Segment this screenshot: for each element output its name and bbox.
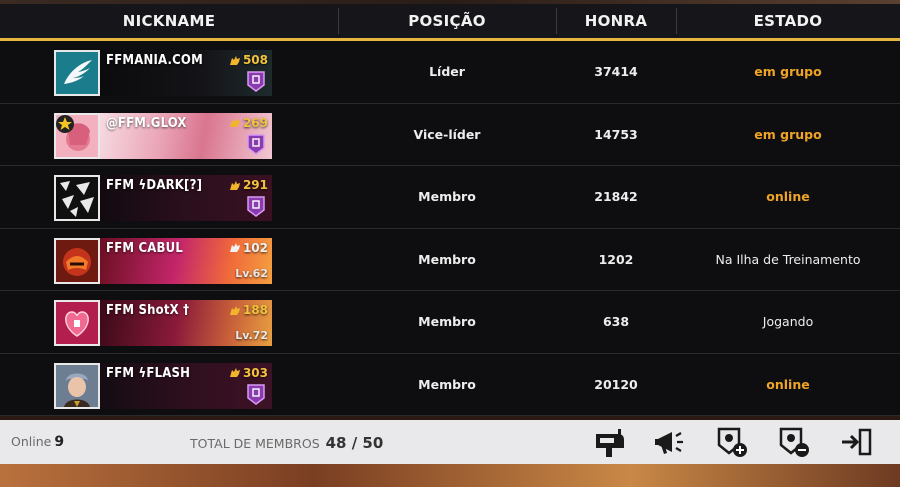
character-portrait-icon [56,364,98,407]
wolf-icon [229,118,240,127]
header-divider [338,8,339,34]
avatar[interactable] [54,175,100,221]
member-honra: 14753 [594,126,638,142]
member-posicao: Vice-líder [413,126,481,142]
member-level: Lv.62 [235,266,268,280]
member-row[interactable]: @FFM.GLOX 269 Vice-líder 14753 em grupo [0,103,900,166]
member-row[interactable]: FFM ϟDARK[?] 291 Membro 21842 online [0,166,900,229]
heart-lock-icon [56,302,98,344]
member-row[interactable]: FFM CABUL 102 Lv.62 Membro 1202 Na Ilha … [0,228,900,291]
avatar[interactable] [54,112,100,159]
header-honra: HONRA [584,12,648,30]
abstract-icon [56,177,98,219]
member-estado: em grupo [754,64,822,80]
wolf-icon [229,55,240,65]
nickname-banner: FFM ShotX † 188 Lv.72 [100,300,272,346]
wolf-icon [229,243,240,252]
member-honra: 20120 [594,376,638,392]
member-nickname: FFM CABUL [106,240,183,256]
member-honra: 1202 [598,251,634,267]
member-score: 303 [229,366,268,380]
member-estado: online [766,376,810,392]
member-score: 291 [229,178,268,192]
footer-bar: Online 9 TOTAL DE MEMBROS 48 / 50 [0,420,900,464]
member-score: 269 [229,116,268,130]
member-estado: online [766,189,810,205]
member-nickname-cell: FFMANIA.COM 508 [0,41,338,103]
wolf-icon [229,368,240,377]
member-posicao: Membro [418,314,476,330]
header-divider [556,8,557,34]
member-estado: Na Ilha de Treinamento [715,251,861,267]
member-honra: 37414 [594,64,638,80]
header-nickname: NICKNAME [122,12,216,30]
star-icon [56,114,74,133]
mailbox-icon[interactable] [592,426,628,458]
avatar[interactable] [54,300,100,346]
wolf-icon [229,305,240,315]
avatar[interactable] [54,50,100,96]
remove-member-icon[interactable] [776,426,812,458]
rank-badge-icon [247,71,265,92]
member-score: 102 [229,241,268,255]
member-nickname: FFM ϟDARK[?] [106,178,203,193]
member-list: FFMANIA.COM 508 Líder 37414 em grupo @FF… [0,41,900,416]
member-nickname-cell: FFM CABUL 102 Lv.62 [0,229,338,291]
nickname-banner: FFM ϟDARK[?] 291 [100,175,272,221]
member-honra: 21842 [594,189,638,205]
member-posicao: Membro [418,189,476,205]
member-score: 188 [229,303,268,317]
member-level: Lv.72 [235,329,268,342]
add-member-icon[interactable] [714,426,750,458]
header-estado: ESTADO [753,12,823,30]
member-nickname-cell: @FFM.GLOX 269 [0,104,338,166]
wing-icon [56,52,98,94]
table-header: NICKNAME POSIÇÃO HONRA ESTADO [0,4,900,38]
member-row[interactable]: FFM ϟFLASH 303 Membro 20120 online [0,353,900,416]
member-nickname: FFM ϟFLASH [106,365,191,381]
helmet-icon [56,239,98,282]
nickname-banner: FFM ϟFLASH 303 [100,362,272,409]
nickname-banner: FFM CABUL 102 Lv.62 [100,237,272,284]
member-posicao: Membro [418,251,476,267]
background-bottom [0,464,900,487]
member-posicao: Líder [429,64,465,80]
member-row[interactable]: FFM ShotX † 188 Lv.72 Membro 638 Jogando [0,291,900,354]
rank-badge-icon [247,383,265,405]
member-row[interactable]: FFMANIA.COM 508 Líder 37414 em grupo [0,41,900,104]
exit-icon[interactable] [838,426,874,458]
member-score: 508 [229,53,268,67]
member-posicao: Membro [418,376,476,392]
nickname-banner: @FFM.GLOX 269 [100,112,272,159]
rank-badge-icon [247,133,265,155]
wolf-icon [229,180,240,190]
member-estado: Jogando [762,314,814,330]
member-honra: 638 [602,314,630,330]
member-nickname-cell: FFM ShotX † 188 Lv.72 [0,291,338,353]
avatar[interactable] [54,362,100,409]
member-nickname-cell: FFM ϟFLASH 303 [0,354,338,416]
header-posicao: POSIÇÃO [408,12,486,30]
avatar[interactable] [54,237,100,284]
nickname-banner: FFMANIA.COM 508 [100,50,272,96]
member-nickname: @FFM.GLOX [106,115,187,131]
rank-badge-icon [247,196,265,217]
member-estado: em grupo [754,126,822,142]
online-counter: Online 9 [11,434,65,450]
total-members: TOTAL DE MEMBROS 48 / 50 [190,434,384,452]
member-nickname-cell: FFM ϟDARK[?] 291 [0,166,338,228]
megaphone-icon[interactable] [652,426,688,458]
member-nickname: FFMANIA.COM [106,53,203,68]
member-nickname: FFM ShotX † [106,303,190,318]
header-divider [676,8,677,34]
